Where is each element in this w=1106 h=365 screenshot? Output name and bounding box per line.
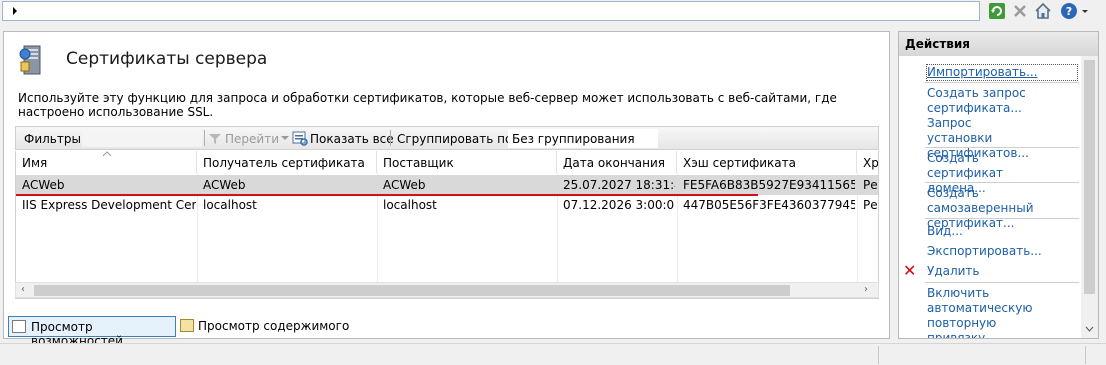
help-icon[interactable]: ? <box>1060 2 1078 20</box>
stop-icon[interactable] <box>1011 2 1029 20</box>
cell-subject: ACWeb <box>203 178 246 192</box>
filters-label: Фильтры: <box>24 132 85 146</box>
column-header-subject[interactable]: Получатель сертификата <box>197 151 377 173</box>
table-row[interactable]: IIS Express Development Certifi... local… <box>16 195 878 215</box>
export-action[interactable]: Экспортировать... <box>927 244 1077 259</box>
highlight-underline <box>16 194 758 196</box>
status-bar <box>0 343 1106 365</box>
server-certificates-icon <box>19 45 41 75</box>
cell-name: ACWeb <box>22 178 65 192</box>
cell-issuer: localhost <box>383 198 437 212</box>
scroll-left-icon[interactable]: ‹ <box>21 284 25 295</box>
cell-store: Ре <box>863 178 878 192</box>
divider <box>1085 346 1086 364</box>
show-all-button[interactable]: Показать все <box>310 132 394 146</box>
home-icon[interactable] <box>1034 2 1052 20</box>
cell-hash: 447B05E56F3FE4360377945E2E... <box>683 198 855 212</box>
view-action[interactable]: Вид... <box>927 224 1077 239</box>
refresh-icon[interactable] <box>988 2 1006 20</box>
sort-ascending-icon <box>102 151 112 157</box>
cell-expiration: 07.12.2026 3:00:00 <box>563 198 675 212</box>
divider <box>925 182 1079 183</box>
divider <box>878 346 879 364</box>
create-request-action[interactable]: Создать запрос сертификата... <box>927 86 1027 116</box>
tab-features-view[interactable]: Просмотр возможностей <box>8 316 176 348</box>
actions-panel: Действия Импортировать... Создать запрос… <box>898 31 1099 339</box>
breadcrumb-arrow-icon[interactable] <box>13 7 17 15</box>
cell-issuer: ACWeb <box>383 178 426 192</box>
cell-hash: FE5FA6B83B5927E93411565AD... <box>683 178 855 192</box>
filter-input[interactable] <box>82 129 202 147</box>
page-description: Используйте эту функцию для запроса и об… <box>18 91 837 119</box>
scroll-right-icon[interactable]: › <box>864 284 868 295</box>
address-bar[interactable] <box>2 1 980 21</box>
tab-content-label: Просмотр содержимого <box>198 319 350 333</box>
content-view-icon <box>180 319 194 332</box>
go-button[interactable]: Перейти <box>225 132 279 146</box>
actions-scrollbar[interactable] <box>1081 56 1098 338</box>
certificates-table: Имя Получатель сертификата Поставщик Дат… <box>15 151 879 299</box>
cell-subject: localhost <box>203 198 257 212</box>
scrollbar-thumb[interactable] <box>34 285 790 296</box>
divider <box>925 282 1079 283</box>
column-header-store[interactable]: Хр <box>857 151 878 173</box>
delete-icon: ✕ <box>903 261 917 280</box>
top-toolbar: ? <box>0 0 1106 24</box>
import-action[interactable]: Импортировать... <box>926 64 1078 81</box>
tab-content-view[interactable]: Просмотр содержимого <box>180 316 350 337</box>
horizontal-scrollbar[interactable]: ‹ › <box>15 282 879 298</box>
group-by-label: Сгруппировать по: <box>397 132 517 146</box>
cell-store: Ре <box>863 198 878 212</box>
actions-header: Действия <box>899 32 1098 56</box>
divider <box>925 218 1079 219</box>
filter-bar: Фильтры: Перейти Показать все Сгруппиров… <box>15 126 879 150</box>
scrollbar-thumb[interactable] <box>1084 60 1095 294</box>
auto-rebind-action[interactable]: Включить автоматическую повторную привяз… <box>927 286 1047 338</box>
svg-text:?: ? <box>1066 5 1072 18</box>
funnel-icon <box>209 134 221 144</box>
divider <box>925 82 1079 83</box>
column-header-expiration[interactable]: Дата окончания <box>557 151 677 173</box>
table-row[interactable]: ACWeb ACWeb ACWeb 25.07.2027 18:31:44 FE… <box>16 175 878 195</box>
cell-expiration: 25.07.2027 18:31:44 <box>563 178 675 192</box>
divider <box>925 147 1079 148</box>
page-title: Сертификаты сервера <box>66 49 268 69</box>
delete-action[interactable]: Удалить <box>927 264 1077 279</box>
show-all-icon <box>292 131 308 146</box>
divider <box>204 130 205 146</box>
group-by-select[interactable]: Без группирования <box>508 129 658 148</box>
go-dropdown-chevron-icon[interactable] <box>281 136 289 142</box>
cell-name: IIS Express Development Certifi... <box>22 198 196 212</box>
column-header-issuer[interactable]: Поставщик <box>377 151 557 173</box>
divider <box>390 130 391 146</box>
column-header-hash[interactable]: Хэш сертификата <box>677 151 857 173</box>
help-dropdown-chevron-icon[interactable] <box>1080 2 1090 20</box>
scroll-down-icon[interactable] <box>1085 326 1094 332</box>
features-view-icon <box>12 320 26 333</box>
